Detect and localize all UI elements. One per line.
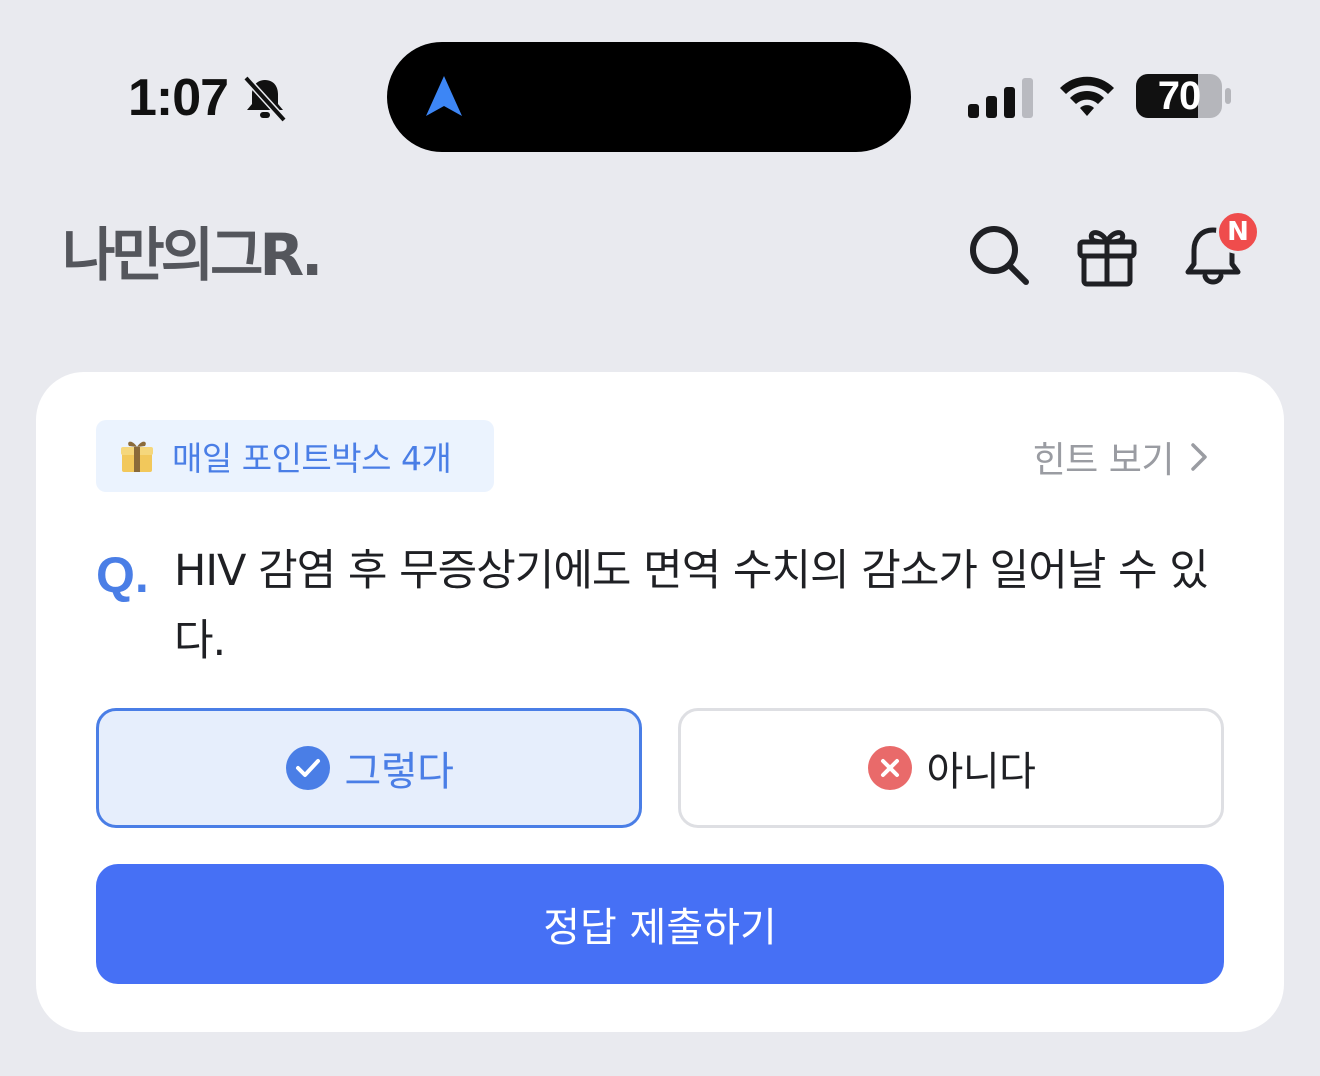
dynamic-island bbox=[387, 42, 911, 152]
app-logo[interactable]: 나만의그R. bbox=[62, 220, 323, 290]
quiz-card: 매일 포인트박스 4개 힌트 보기 Q. HIV 감염 후 무증상기에도 면역 … bbox=[36, 372, 1284, 1032]
chevron-right-icon bbox=[1191, 443, 1207, 471]
navigation-arrow-icon bbox=[426, 76, 462, 116]
gift-icon[interactable] bbox=[1074, 222, 1140, 288]
daily-points-chip[interactable]: 매일 포인트박스 4개 bbox=[96, 420, 494, 492]
choice-yes-button[interactable]: 그렇다 bbox=[96, 708, 642, 828]
submit-answer-button[interactable]: 정답 제출하기 bbox=[96, 864, 1224, 984]
status-time: 1:07 bbox=[128, 69, 229, 127]
choice-no-label: 아니다 bbox=[926, 749, 1036, 795]
cellular-signal-icon bbox=[968, 78, 1033, 118]
search-icon[interactable] bbox=[966, 222, 1032, 288]
choice-yes-label: 그렇다 bbox=[344, 749, 454, 795]
wifi-icon bbox=[1060, 76, 1114, 116]
question-text: HIV 감염 후 무증상기에도 면역 수치의 감소가 일어날 수 있다. bbox=[174, 546, 1209, 666]
bell-muted-icon bbox=[243, 75, 287, 122]
battery-level: 70 bbox=[1157, 74, 1202, 118]
choice-no-button[interactable]: 아니다 bbox=[678, 708, 1224, 828]
hint-link[interactable]: 힌트 보기 bbox=[1033, 432, 1212, 482]
hint-label: 힌트 보기 bbox=[1032, 440, 1175, 481]
notification-badge: N bbox=[1216, 210, 1260, 254]
gift-box-emoji-icon bbox=[121, 441, 153, 472]
x-circle-icon bbox=[867, 746, 912, 790]
question-mark-label: Q. bbox=[96, 547, 149, 603]
check-circle-icon bbox=[285, 746, 330, 790]
daily-points-label: 매일 포인트박스 4개 bbox=[172, 439, 452, 478]
